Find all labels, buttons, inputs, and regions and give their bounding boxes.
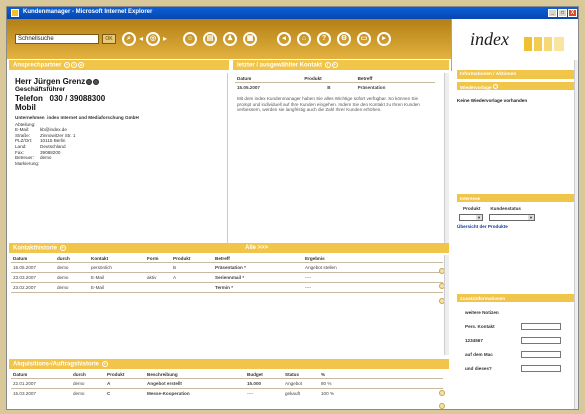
ie-icon	[11, 9, 19, 17]
scrollbar[interactable]	[444, 73, 449, 248]
print-icon[interactable]: ▭	[357, 32, 371, 46]
maximize-button[interactable]: □	[558, 9, 567, 17]
row-action-icon[interactable]	[439, 390, 445, 396]
table-row[interactable]: 23.02.2007 demo E-Mail Termin * ----	[11, 282, 443, 293]
sidebar-header: Informationen / Aktionen	[457, 70, 574, 79]
search-icon[interactable]: ⌕	[122, 32, 136, 46]
history-header: Kontakthistorie + Alle >>>	[9, 243, 449, 253]
info-icon[interactable]: i	[324, 62, 331, 68]
customer-status-select[interactable]	[489, 214, 535, 221]
browser-window: Kundenmanager - Microsoft Internet Explo…	[6, 6, 579, 410]
add-icon[interactable]: +	[59, 245, 66, 251]
add-icon[interactable]	[492, 84, 498, 89]
minimize-button[interactable]: _	[548, 9, 557, 17]
sidebar: Informationen / Aktionen Wiedervorlage K…	[453, 60, 578, 409]
add-icon[interactable]: +	[101, 361, 108, 367]
interests-cols: Produkt Kundenstatus	[457, 206, 574, 212]
history-table: Datum durch Kontakt Form Produkt Betreff Ergeb…	[11, 255, 443, 293]
next-arrow-icon[interactable]: ▸	[163, 34, 167, 44]
interest-selects	[457, 214, 574, 221]
title-bar: Kundenmanager - Microsoft Internet Explo…	[7, 7, 578, 19]
other-input[interactable]	[521, 365, 561, 372]
footer-bar	[7, 409, 453, 410]
contact-header: Ansprechpartner + i o	[9, 60, 229, 70]
personal-contact-input[interactable]	[521, 323, 561, 330]
table-header-row: Datum durch Kontakt Form Produkt Betreff Ergeb…	[11, 255, 443, 263]
personal-contact-label: Pers. Kontakt	[465, 324, 495, 329]
table-row[interactable]: 23.03.2007 demo E-Mail aktiv A Seriennmail * -…	[11, 272, 443, 283]
mac-input[interactable]	[521, 351, 561, 358]
show-all-link[interactable]: Alle >>>	[245, 245, 268, 251]
contact-fields: Abteilung: E-Mail: kb@index.de Straße: Zin…	[15, 122, 221, 167]
resubmission-title: Wiedervorlage	[457, 82, 574, 90]
back-icon[interactable]: ◂	[277, 32, 291, 46]
quick-search-input[interactable]: Schnellsuche	[15, 34, 99, 44]
vcard-icon[interactable]	[93, 78, 100, 85]
company-line: Unternehmen index Internet und Mediafors…	[15, 115, 139, 120]
calendar-icon[interactable]: ▦	[243, 32, 257, 46]
document-icon[interactable]: ▤	[203, 32, 217, 46]
last-contact-table: Datum Produkt Betreff 15.05.2007 B Präsentat…	[235, 75, 435, 92]
logo-bars	[524, 37, 564, 51]
interests-title: Interesse	[457, 194, 574, 202]
history-pane: Datum durch Kontakt Form Produkt Betreff Ergeb…	[11, 255, 443, 355]
edit-icon[interactable]: +	[64, 62, 71, 68]
table-row[interactable]: 15.05.2007 demo persönlich B Präsentation * A…	[11, 262, 443, 273]
status-icon[interactable]	[86, 78, 93, 85]
resubmission-text: Keine Wiedervorlage vorhanden	[457, 98, 574, 104]
search-go-button[interactable]: OK	[102, 34, 116, 44]
divider	[227, 73, 228, 248]
table-header-row: Datum Produkt Betreff	[235, 75, 435, 83]
contact-role: Geschäftsführer	[15, 86, 66, 93]
number-input[interactable]	[521, 337, 561, 344]
mac-label: auf dem Mac	[465, 352, 493, 357]
last-contact-header: letzter / ausgewählter Kontakt i +	[233, 60, 449, 70]
contact-icon[interactable]: ☺	[183, 32, 197, 46]
window-controls: _ □ X	[548, 9, 577, 17]
target-icon[interactable]: ◎	[146, 32, 160, 46]
extra-info-title: Zusatzinformationen	[457, 294, 574, 302]
info-icon[interactable]: i	[71, 62, 78, 68]
home-icon[interactable]: ⌂	[297, 32, 311, 46]
product-overview-link[interactable]: Übersicht der Produkte	[457, 224, 574, 230]
acquisition-pane: Datum durch Produkt Beschreibung Budget Statu…	[11, 371, 443, 409]
prev-arrow-icon[interactable]: ◂	[139, 34, 143, 44]
table-row[interactable]: 15.03.2007 demo C Messe-Kooperation ---- geka…	[11, 389, 443, 399]
window-title: Kundenmanager - Microsoft Internet Explo…	[23, 9, 153, 15]
product-select[interactable]	[459, 214, 483, 221]
acquisition-header: Akquisitions-/Auftragshistorie +	[9, 359, 449, 369]
contact-notes: Mit dem index Kundenmanager haben Sie al…	[237, 96, 420, 113]
notes-label: weitere Notizen	[465, 310, 499, 315]
field-row: Markierung:	[15, 160, 40, 166]
search-small-icon[interactable]: o	[78, 62, 85, 68]
contact-mobile-label: Mobil	[15, 103, 36, 112]
close-button[interactable]: X	[568, 9, 577, 17]
scrollbar[interactable]	[444, 255, 449, 355]
table-row[interactable]: 15.05.2007 B Präsentation	[235, 83, 435, 93]
settings-icon[interactable]: ⚙	[337, 32, 351, 46]
sidebar-scrollbar[interactable]	[574, 60, 578, 409]
app-toolbar: Schnellsuche OK ⌕ ◂ ◎ ▸ ☺ ▤ ♟ ▦ ◂ ⌂ ? ⚙ …	[7, 19, 578, 71]
logout-icon[interactable]: ▸	[377, 32, 391, 46]
table-row[interactable]: 22.01.2007 demo A Angebot erstellt 15.000 Ang…	[11, 378, 443, 389]
last-contact-pane: Datum Produkt Betreff 15.05.2007 B Präsentat…	[235, 73, 441, 248]
contact-name: Herr Jürgen Grenz	[15, 77, 221, 86]
contact-phone: Telefon 030 / 39088300	[15, 94, 106, 103]
edit-icon[interactable]: +	[331, 62, 338, 68]
number-label: 1234567	[465, 338, 483, 343]
acquisition-table: Datum durch Produkt Beschreibung Budget Statu…	[11, 371, 443, 398]
other-label: und dieses?	[465, 366, 492, 371]
table-header-row: Datum durch Produkt Beschreibung Budget Statu…	[11, 371, 443, 379]
help-icon[interactable]: ?	[317, 32, 331, 46]
contact-pane: Herr Jürgen Grenz Geschäftsführer Telefo…	[11, 73, 225, 248]
group-icon[interactable]: ♟	[223, 32, 237, 46]
